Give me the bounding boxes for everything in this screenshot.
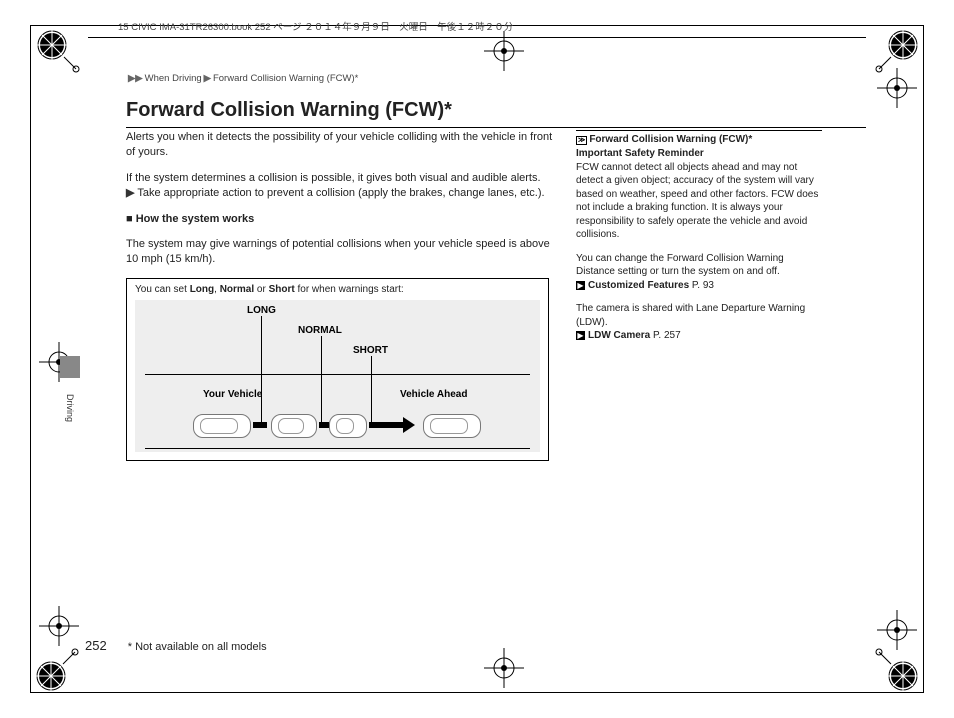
arrow-bullet-icon: ▶ [126,187,134,199]
breadcrumb-part: Forward Collision Warning (FCW)* [213,73,358,84]
diagram-label-normal: NORMAL [298,324,342,338]
car-icon [193,414,251,438]
sidebar-column: Important Safety ReminderFCW cannot dete… [576,147,822,353]
breadcrumb: ▶▶When Driving▶Forward Collision Warning… [126,73,358,86]
footnote: * Not available on all models [128,641,267,653]
diagram-caption: You can set Long, Normal or Short for wh… [135,283,540,297]
section-tab-label: Driving [64,388,76,428]
marker-line [371,356,372,424]
breadcrumb-sep: ▶▶ [128,73,143,84]
crop-mark [873,64,921,112]
body-text: If the system determines a collision is … [126,171,556,202]
registration-mark [34,27,82,75]
breadcrumb-sep: ▶ [204,73,211,84]
link-ref-icon: ▶ [576,331,585,340]
motion-dash [253,422,267,428]
crop-mark [35,602,83,650]
sidebar-reference-title: ≫Forward Collision Warning (FCW)* [576,130,822,147]
sidebar-paragraph: Important Safety ReminderFCW cannot dete… [576,147,822,242]
link-ref-icon: ▶ [576,281,585,290]
arrow-icon [403,417,415,433]
motion-dash [369,422,403,428]
diagram-box: You can set Long, Normal or Short for wh… [126,278,549,461]
marker-line [321,336,322,424]
cross-reference: LDW Camera [588,330,650,341]
sidebar-heading: Important Safety Reminder [576,148,704,159]
body-text: Alerts you when it detects the possibili… [126,130,556,161]
body-text: The system may give warnings of potentia… [126,237,556,268]
crop-mark [873,606,921,654]
page-footer: 252 * Not available on all models [85,637,267,655]
bullet-text: Take appropriate action to prevent a col… [137,187,544,199]
car-ahead-icon [423,414,481,438]
registration-mark [33,646,81,694]
ghost-car-icon [271,414,317,438]
source-header: 15 CIVIC IMA-31TR26300.book 252 ページ ２０１４… [118,22,513,35]
page-number: 252 [85,638,107,653]
diagram-label-your-vehicle: Your Vehicle [203,388,262,402]
sidebar-paragraph: You can change the Forward Collision War… [576,252,822,293]
motion-dash [319,422,329,428]
section-subhead: How the system works [126,212,556,227]
diagram-label-vehicle-ahead: Vehicle Ahead [400,388,467,402]
sidebar-paragraph: The camera is shared with Lane Departure… [576,302,822,343]
crop-mark [480,644,528,692]
header-rule [88,37,866,38]
marker-line [261,316,262,424]
diagram-graphic: LONG NORMAL SHORT Your Vehicle Vehicle A… [135,300,540,452]
road-line [145,374,530,375]
road-line [145,448,530,449]
ghost-car-icon [329,414,367,438]
breadcrumb-part: When Driving [145,73,202,84]
main-column: Alerts you when it detects the possibili… [126,130,556,461]
section-tab-marker [60,356,80,378]
info-icon: ≫ [576,136,587,145]
page-title: Forward Collision Warning (FCW)* [126,97,866,128]
cross-reference: Customized Features [588,280,689,291]
